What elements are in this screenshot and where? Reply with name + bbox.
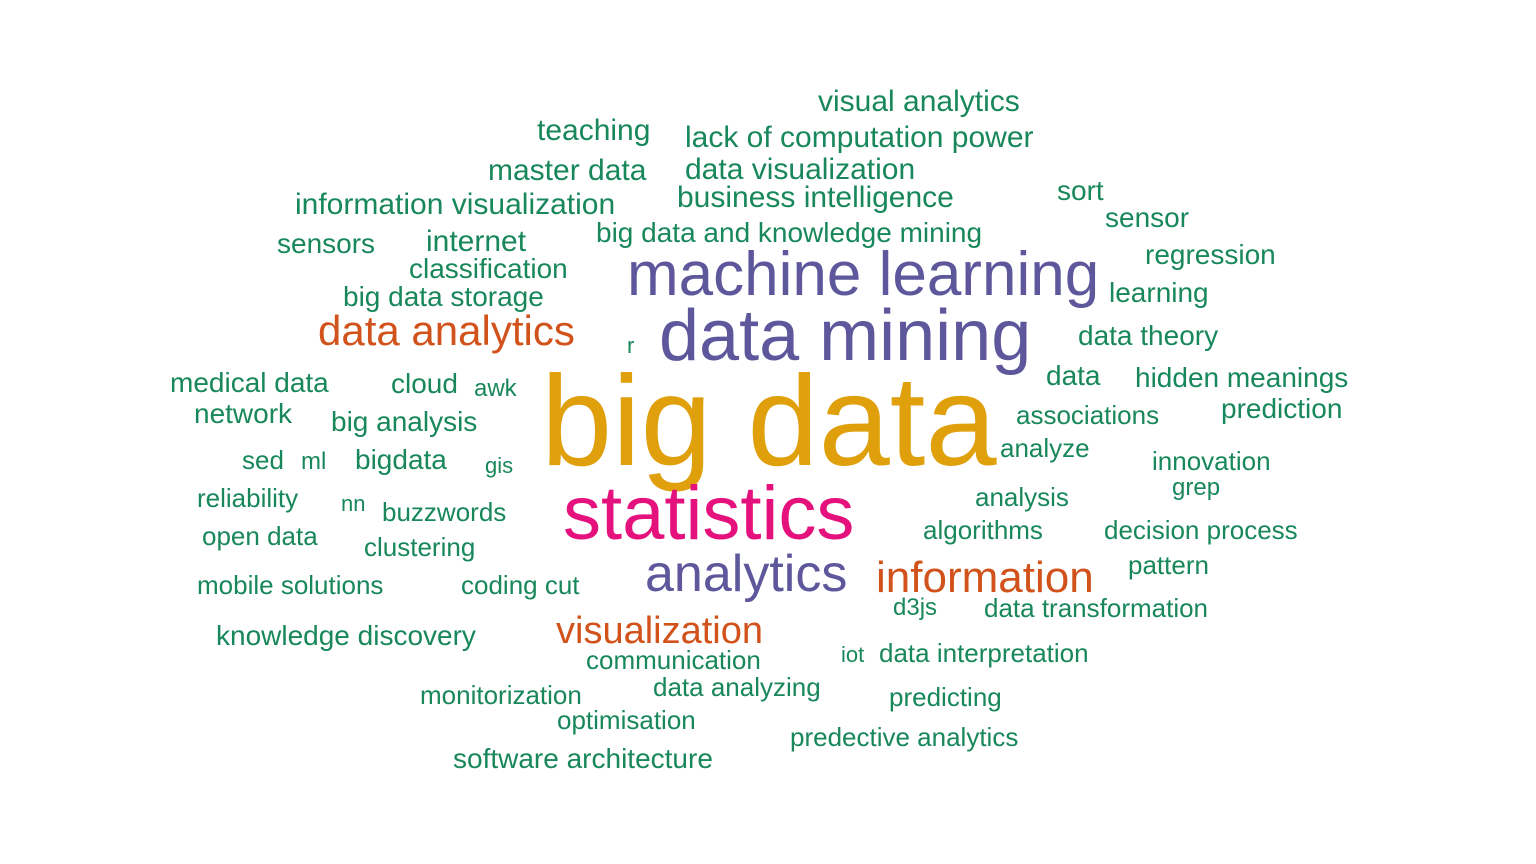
cloud-word: grep <box>1172 474 1221 501</box>
cloud-word: buzzwords <box>382 497 507 527</box>
cloud-word: sort <box>1057 175 1104 206</box>
cloud-word: analytics <box>645 545 848 603</box>
cloud-word: innovation <box>1152 446 1271 476</box>
cloud-word: predicting <box>889 682 1002 712</box>
cloud-word: knowledge discovery <box>216 620 476 651</box>
cloud-word: data analytics <box>318 307 575 354</box>
cloud-word: data transformation <box>984 593 1209 623</box>
cloud-word: big data storage <box>343 281 544 312</box>
cloud-word: network <box>194 398 293 429</box>
cloud-word: big data and knowledge mining <box>596 217 983 248</box>
cloud-word: data interpretation <box>879 638 1089 668</box>
cloud-word: learning <box>1109 277 1209 308</box>
cloud-word: awk <box>474 375 517 402</box>
cloud-word: nn <box>341 491 366 516</box>
cloud-word: big analysis <box>331 406 478 437</box>
cloud-word: decision process <box>1104 515 1298 545</box>
cloud-word: master data <box>488 154 647 187</box>
cloud-word: d3js <box>893 594 938 621</box>
cloud-word: data theory <box>1078 320 1219 351</box>
cloud-word: mobile solutions <box>197 570 384 600</box>
cloud-word: cloud <box>391 368 458 399</box>
cloud-word: r <box>627 333 635 358</box>
cloud-word: clustering <box>364 532 476 562</box>
cloud-word: software architecture <box>453 743 713 774</box>
cloud-word: open data <box>202 521 318 551</box>
cloud-word: reliability <box>197 483 299 513</box>
cloud-word: regression <box>1145 239 1276 270</box>
cloud-word: associations <box>1016 400 1160 430</box>
cloud-word: analysis <box>975 482 1069 512</box>
cloud-word: gis <box>485 453 514 478</box>
cloud-word: classification <box>409 253 568 284</box>
cloud-word: coding cut <box>461 570 580 600</box>
cloud-word: data <box>1046 360 1101 391</box>
cloud-word: sensors <box>277 228 376 259</box>
cloud-word: statistics <box>563 471 855 556</box>
cloud-word: information visualization <box>295 188 616 221</box>
cloud-word: hidden meanings <box>1135 362 1349 393</box>
cloud-word: predective analytics <box>790 722 1019 752</box>
cloud-word: medical data <box>170 367 329 398</box>
cloud-word: sed <box>242 445 284 475</box>
cloud-word: analyze <box>1000 433 1090 463</box>
cloud-word: ml <box>301 448 327 475</box>
cloud-word: algorithms <box>923 515 1043 545</box>
cloud-word: lack of computation power <box>685 121 1034 154</box>
cloud-word: big data <box>541 350 997 493</box>
cloud-word: optimisation <box>557 705 696 735</box>
cloud-word: sensor <box>1105 202 1190 233</box>
cloud-word: prediction <box>1221 393 1343 424</box>
word-cloud-canvas: big data statistics machine learning data m… <box>0 0 1536 864</box>
cloud-word: visual analytics <box>818 85 1020 118</box>
cloud-word: data analyzing <box>653 672 821 702</box>
cloud-word: bigdata <box>355 444 447 475</box>
cloud-word: data mining <box>659 296 1032 376</box>
cloud-word: business intelligence <box>677 181 954 214</box>
cloud-word: teaching <box>537 114 651 147</box>
cloud-word: communication <box>586 645 761 675</box>
cloud-word: pattern <box>1128 550 1209 580</box>
cloud-word: iot <box>841 642 865 667</box>
